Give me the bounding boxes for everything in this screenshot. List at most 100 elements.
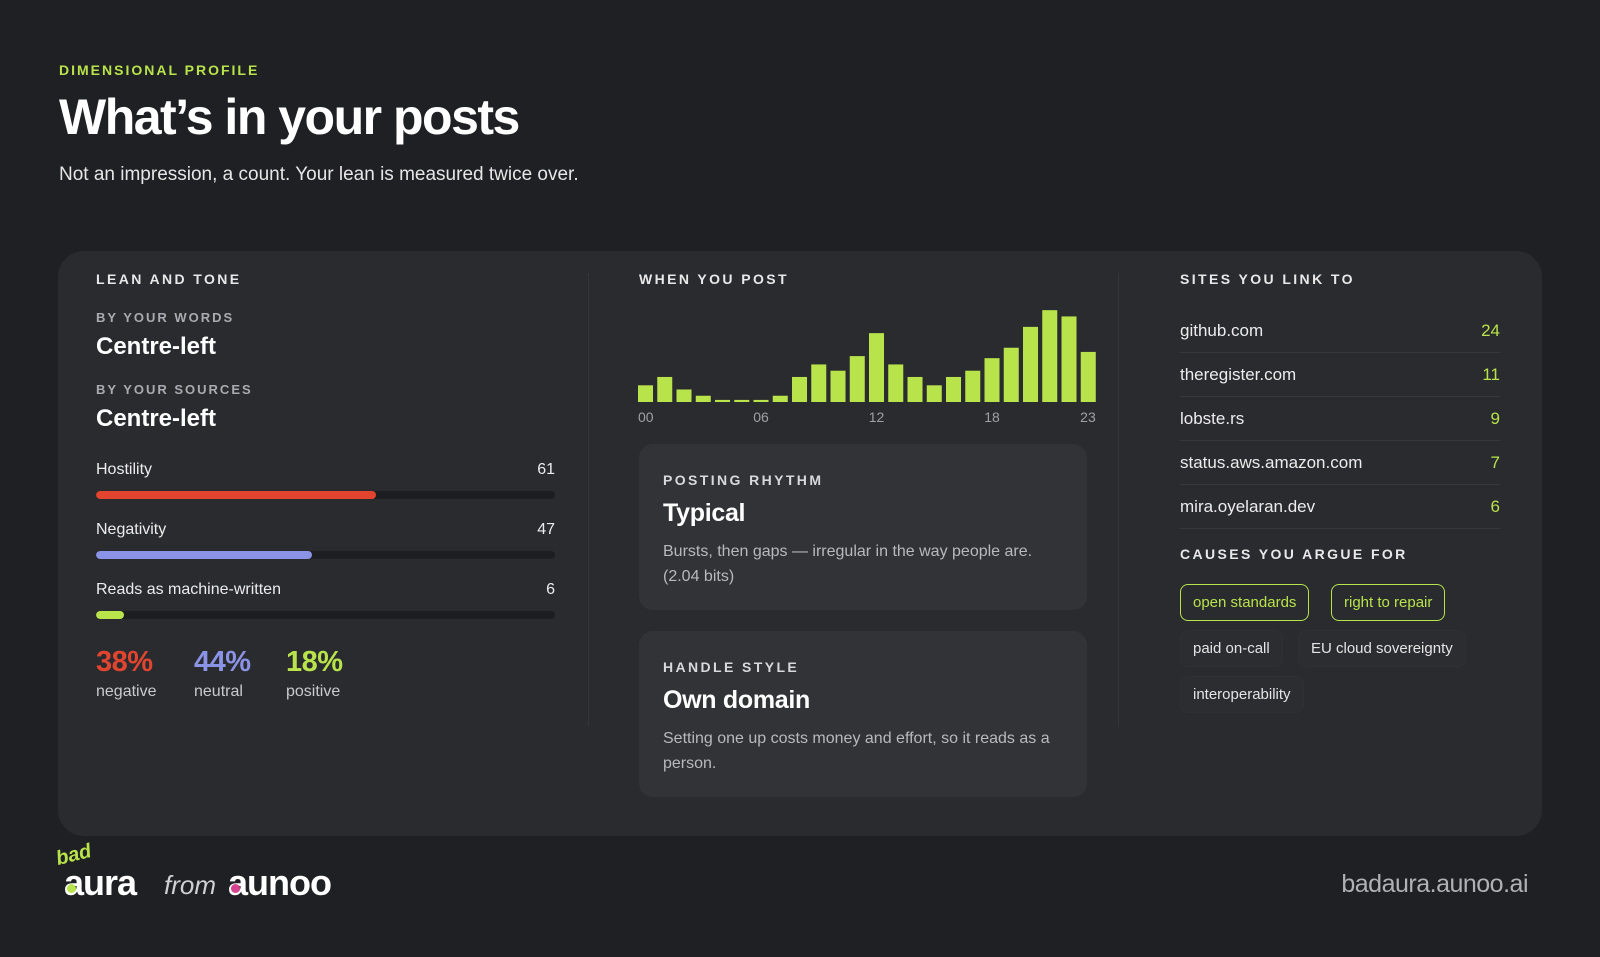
site-row[interactable]: mira.oyelaran.dev 6 [1180, 485, 1500, 529]
when-you-post-heading: WHEN YOU POST [639, 271, 789, 287]
tone-percent: 44% [194, 646, 251, 678]
hour-bar-02[interactable] [676, 389, 692, 402]
posting-rhythm-description: Bursts, then gaps — irregular in the way… [663, 543, 1033, 585]
hour-bar-12[interactable] [869, 333, 885, 402]
hour-bar-15[interactable] [926, 385, 942, 402]
hour-bar-16[interactable] [946, 376, 962, 402]
site-count: 6 [1490, 497, 1500, 516]
page-subtitle: Not an impression, a count. Your lean is… [59, 164, 579, 185]
site-count: 9 [1490, 409, 1500, 428]
site-row[interactable]: theregister.com 11 [1180, 353, 1500, 397]
hour-bar-23[interactable] [1080, 351, 1096, 402]
hour-bar-05[interactable] [734, 399, 750, 402]
metric-fill [96, 491, 376, 499]
hour-bar-19[interactable] [1003, 347, 1019, 402]
hour-bar-22[interactable] [1061, 316, 1077, 402]
site-name: status.aws.amazon.com [1180, 453, 1363, 472]
site-row[interactable]: lobste.rs 9 [1180, 397, 1500, 441]
profile-card: LEAN AND TONE BY YOUR WORDS Centre-left … [58, 251, 1542, 836]
hour-bar-10[interactable] [830, 370, 846, 402]
hour-bar-01[interactable] [657, 376, 673, 402]
site-name: theregister.com [1180, 365, 1297, 384]
hour-bar-17[interactable] [965, 370, 981, 402]
handle-style-card: HANDLE STYLE Own domain Setting one up c… [639, 631, 1087, 797]
metric-label: Reads as machine-written [96, 581, 281, 598]
tone-neutral: 44% neutral [194, 646, 251, 701]
logo-aura-text: aura [64, 862, 137, 903]
column-divider [1118, 273, 1119, 726]
footer-url[interactable]: badaura.aunoo.ai [1341, 870, 1528, 899]
lean-tone-heading: LEAN AND TONE [96, 271, 242, 287]
hour-bar-18[interactable] [984, 358, 1000, 402]
tone-positive: 18% positive [286, 646, 343, 701]
by-words-value: Centre-left [96, 333, 217, 360]
hour-bar-20[interactable] [1023, 326, 1039, 402]
posting-hour-chart: 00 06 12 18 23 [638, 296, 1100, 426]
page-title: What’s in your posts [59, 89, 520, 145]
hour-bar-00[interactable] [638, 385, 654, 402]
handle-style-description: Setting one up costs money and effort, s… [663, 730, 1050, 772]
eyebrow-label: DIMENSIONAL PROFILE [59, 62, 260, 78]
dimensional-profile-page: DIMENSIONAL PROFILE What’s in your posts… [0, 0, 1600, 957]
logo-aunoo-text: aunoo [228, 862, 332, 903]
causes-heading: CAUSES YOU ARGUE FOR [1180, 546, 1408, 562]
by-words-label: BY YOUR WORDS [96, 310, 235, 325]
hour-tick-label: 12 [869, 409, 885, 425]
site-name: mira.oyelaran.dev [1180, 497, 1316, 516]
metric-value: 6 [546, 581, 555, 598]
site-name: lobste.rs [1180, 409, 1245, 428]
sites-heading: SITES YOU LINK TO [1180, 271, 1355, 287]
hour-tick-label: 06 [753, 409, 769, 425]
site-count: 7 [1490, 453, 1500, 472]
cause-tag[interactable]: paid on-call [1180, 630, 1283, 667]
logo-from-text: from [164, 870, 216, 900]
tone-percent: 38% [96, 646, 153, 678]
tone-label: positive [286, 683, 341, 700]
column-divider [588, 273, 589, 726]
tone-label: negative [96, 683, 157, 700]
by-sources-value: Centre-left [96, 405, 217, 432]
posting-rhythm-value: Typical [663, 499, 746, 527]
cause-tag[interactable]: right to repair [1331, 584, 1446, 621]
cause-tag[interactable]: open standards [1180, 584, 1310, 621]
hour-tick-label: 18 [984, 409, 1000, 425]
posting-rhythm-heading: POSTING RHYTHM [663, 472, 824, 488]
tone-percent: 18% [286, 646, 343, 678]
metric-track [96, 491, 555, 499]
hour-bar-21[interactable] [1042, 310, 1058, 402]
sites-list: github.com 24 theregister.com 11 lobste.… [1180, 309, 1500, 529]
hour-bar-08[interactable] [792, 376, 808, 402]
hour-bar-07[interactable] [772, 395, 788, 402]
hour-bar-04[interactable] [715, 399, 731, 402]
hour-bar-11[interactable] [849, 356, 865, 402]
metric-fill [96, 611, 124, 619]
tone-label: neutral [194, 683, 243, 700]
hour-chart-svg: 00 06 12 18 23 [638, 310, 1096, 425]
badaura-logo[interactable]: bad aura from aunoo [54, 840, 376, 912]
site-name: github.com [1180, 321, 1264, 340]
site-row[interactable]: status.aws.amazon.com 7 [1180, 441, 1500, 485]
logo-dot-icon [67, 884, 76, 893]
logo-dot-icon [231, 884, 240, 893]
metric-value: 61 [537, 461, 555, 478]
hour-tick-label: 23 [1080, 409, 1096, 425]
metric-label: Negativity [96, 521, 167, 538]
cause-tag[interactable]: interoperability [1180, 676, 1304, 713]
metric-label: Hostility [96, 461, 153, 478]
by-sources-label: BY YOUR SOURCES [96, 382, 253, 397]
handle-style-value: Own domain [663, 686, 811, 714]
hour-bar-09[interactable] [811, 364, 827, 402]
hour-tick-label: 00 [638, 409, 654, 425]
site-count: 11 [1482, 365, 1500, 384]
hour-bar-14[interactable] [907, 376, 923, 402]
hour-bar-03[interactable] [695, 395, 711, 402]
site-count: 24 [1481, 321, 1500, 340]
site-row[interactable]: github.com 24 [1180, 309, 1500, 353]
hour-bar-13[interactable] [888, 364, 904, 402]
hour-bar-06[interactable] [753, 399, 769, 402]
metric-value: 47 [537, 521, 555, 538]
metric-fill [96, 551, 312, 559]
posting-rhythm-card: POSTING RHYTHM Typical Bursts, then gaps… [639, 444, 1087, 610]
tone-negative: 38% negative [96, 646, 157, 701]
cause-tag[interactable]: EU cloud sovereignty [1298, 630, 1466, 667]
